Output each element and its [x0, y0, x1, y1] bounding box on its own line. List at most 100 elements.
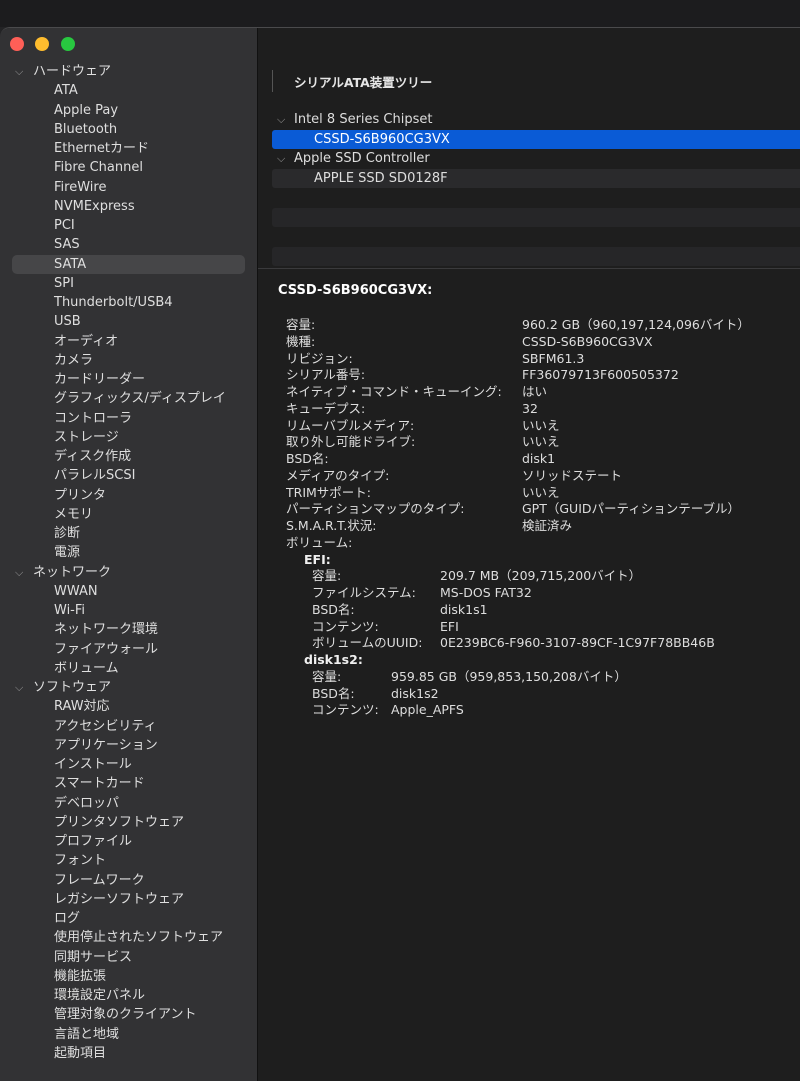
- sidebar-item-item[interactable]: 診断: [12, 524, 245, 543]
- device-row[interactable]: APPLE SSD SD0128F: [272, 168, 800, 188]
- property-key: BSD名:: [312, 601, 355, 617]
- sidebar-item-pci[interactable]: PCI: [12, 216, 245, 235]
- device-tree: ⌵ Intel 8 Series Chipset CSSD-S6B960CG3VX ⌵…: [272, 110, 800, 188]
- chevron-down-icon[interactable]: ⌵: [277, 110, 285, 130]
- sidebar-item-item[interactable]: 言語と地域: [12, 1025, 245, 1044]
- split-divider[interactable]: [258, 268, 800, 269]
- sidebar-item-item[interactable]: レガシーソフトウェア: [12, 890, 245, 909]
- device-label: APPLE SSD SD0128F: [314, 170, 448, 186]
- property-key: パーティションマップのタイプ:: [286, 501, 465, 517]
- sidebar-item-label: 環境設定パネル: [54, 988, 146, 1003]
- sidebar-item-item[interactable]: ネットワーク環境: [12, 620, 245, 639]
- sidebar-item-label: Fibre Channel: [54, 160, 143, 176]
- sidebar-item-spi[interactable]: SPI: [12, 274, 245, 293]
- sidebar-category[interactable]: ⌵ ハードウェア: [12, 62, 245, 81]
- sidebar-item-usb[interactable]: USB: [12, 312, 245, 331]
- property-key: ファイルシステム:: [312, 585, 416, 600]
- sidebar-item-item[interactable]: グラフィックス/ディスプレイ: [12, 389, 245, 408]
- sidebar-item-label: SPI: [54, 275, 74, 291]
- device-row[interactable]: CSSD-S6B960CG3VX: [272, 129, 800, 149]
- sidebar-item-item[interactable]: プロファイル: [12, 832, 245, 851]
- sidebar-item-item[interactable]: コントローラ: [12, 409, 245, 428]
- sidebar-item-item[interactable]: 起動項目: [12, 1044, 245, 1063]
- device-controller-row[interactable]: ⌵ Intel 8 Series Chipset: [272, 110, 800, 130]
- sidebar-item-item[interactable]: 同期サービス: [12, 948, 245, 967]
- sidebar-item-item[interactable]: アクセシビリティ: [12, 717, 245, 736]
- property-value: 0E239BC6-F960-3107-89CF-1C97F78BB46B: [440, 635, 715, 651]
- sidebar-item-item[interactable]: ボリューム: [12, 659, 245, 678]
- property-value: ソリッドステート: [522, 467, 623, 483]
- property-row: BSD名: disk1: [258, 451, 800, 468]
- property-value: 959.85 GB（959,853,150,208バイト）: [391, 668, 627, 684]
- sidebar-item-item[interactable]: インストール: [12, 755, 245, 774]
- sidebar-item-item[interactable]: アプリケーション: [12, 736, 245, 755]
- sidebar-item-item[interactable]: プリンタ: [12, 486, 245, 505]
- sidebar-item-item[interactable]: カードリーダー: [12, 370, 245, 389]
- chevron-down-icon[interactable]: ⌵: [15, 563, 23, 582]
- minimize-window-button[interactable]: [35, 37, 49, 51]
- sidebar-item-item[interactable]: メモリ: [12, 505, 245, 524]
- sidebar-item-label: SATA: [54, 256, 87, 272]
- sidebar-item-item[interactable]: 機能拡張: [12, 967, 245, 986]
- sidebar-item-apple-pay[interactable]: Apple Pay: [12, 101, 245, 120]
- chevron-down-icon[interactable]: ⌵: [15, 678, 23, 697]
- chevron-down-icon[interactable]: ⌵: [277, 149, 285, 169]
- property-row: BSD名: disk1s2: [258, 686, 800, 703]
- sidebar-item-item[interactable]: ディスク作成: [12, 447, 245, 466]
- property-row: 容量: 960.2 GB（960,197,124,096バイト）: [258, 317, 800, 334]
- property-row: ファイルシステム: MS-DOS FAT32: [258, 585, 800, 602]
- property-value: いいえ: [522, 484, 560, 500]
- chevron-down-icon[interactable]: ⌵: [15, 62, 23, 81]
- sidebar-item-item[interactable]: 管理対象のクライアント: [12, 1005, 245, 1024]
- sidebar-item-bluetooth[interactable]: Bluetooth: [12, 120, 245, 139]
- sidebar-item-label: カードリーダー: [54, 372, 146, 387]
- sidebar-item-item[interactable]: オーディオ: [12, 332, 245, 351]
- sidebar-item-item[interactable]: デベロッパ: [12, 794, 245, 813]
- sidebar-item-item[interactable]: スマートカード: [12, 774, 245, 793]
- sidebar-item-firewire[interactable]: FireWire: [12, 178, 245, 197]
- sidebar-item-fibre-channel[interactable]: Fibre Channel: [12, 158, 245, 177]
- sidebar-item-label: Wi-Fi: [54, 603, 86, 618]
- sidebar-item-label: アクセシビリティ: [54, 718, 157, 734]
- sidebar-item-item[interactable]: 使用停止されたソフトウェア: [12, 928, 245, 947]
- sidebar-item-ata[interactable]: ATA: [12, 81, 245, 100]
- sidebar-item-label: 管理対象のクライアント: [54, 1007, 197, 1023]
- sidebar-item-scsi[interactable]: パラレルSCSI: [12, 466, 245, 485]
- sidebar-item-nvmexpress[interactable]: NVMExpress: [12, 197, 245, 216]
- sidebar-item-item[interactable]: フォント: [12, 851, 245, 870]
- sidebar-item-item[interactable]: ストレージ: [12, 428, 245, 447]
- sidebar-item-item[interactable]: ログ: [12, 909, 245, 928]
- property-row: シリアル番号: FF36079713F600505372: [258, 367, 800, 384]
- sidebar-category[interactable]: ⌵ ネットワーク: [12, 563, 245, 582]
- property-value: SBFM61.3: [522, 350, 585, 366]
- property-key: 機種:: [286, 333, 316, 349]
- sidebar-item-item[interactable]: カメラ: [12, 351, 245, 370]
- zoom-window-button[interactable]: [61, 37, 75, 51]
- sidebar-item-ethernet[interactable]: Ethernetカード: [12, 139, 245, 158]
- column-divider[interactable]: [272, 70, 273, 92]
- sidebar-item-item[interactable]: フレームワーク: [12, 871, 245, 890]
- sidebar-item-raw[interactable]: RAW対応: [12, 697, 245, 716]
- sidebar-category[interactable]: ⌵ ソフトウェア: [12, 678, 245, 697]
- device-controller-row[interactable]: ⌵ Apple SSD Controller: [272, 149, 800, 169]
- sidebar-item-item[interactable]: プリンタソフトウェア: [12, 813, 245, 832]
- sidebar-item-sas[interactable]: SAS: [12, 235, 245, 254]
- sidebar-item-sata[interactable]: SATA: [12, 254, 245, 274]
- property-value: EFI: [440, 618, 459, 634]
- property-value: disk1: [522, 451, 556, 466]
- sidebar-item-item[interactable]: 環境設定パネル: [12, 986, 245, 1005]
- sidebar-item-wwan[interactable]: WWAN: [12, 582, 245, 601]
- sidebar-item-wi-fi[interactable]: Wi-Fi: [12, 601, 245, 620]
- sidebar-item-label: NVMExpress: [54, 198, 135, 214]
- sidebar-item-thunderbolt-usb4[interactable]: Thunderbolt/USB4: [12, 293, 245, 312]
- device-tree-header[interactable]: シリアルATA装置ツリー: [294, 72, 432, 91]
- sidebar-item-label: 機能拡張: [54, 968, 107, 984]
- sidebar-item-label: ネットワーク環境: [54, 622, 159, 638]
- sidebar-item-label: FireWire: [54, 179, 107, 195]
- property-key: EFI:: [304, 551, 331, 567]
- sidebar-item-item[interactable]: ファイアウォール: [12, 640, 245, 659]
- device-label: Intel 8 Series Chipset: [294, 112, 433, 127]
- sidebar-item-label: 言語と地域: [54, 1026, 120, 1042]
- sidebar-item-item[interactable]: 電源: [12, 543, 245, 562]
- close-window-button[interactable]: [10, 37, 24, 51]
